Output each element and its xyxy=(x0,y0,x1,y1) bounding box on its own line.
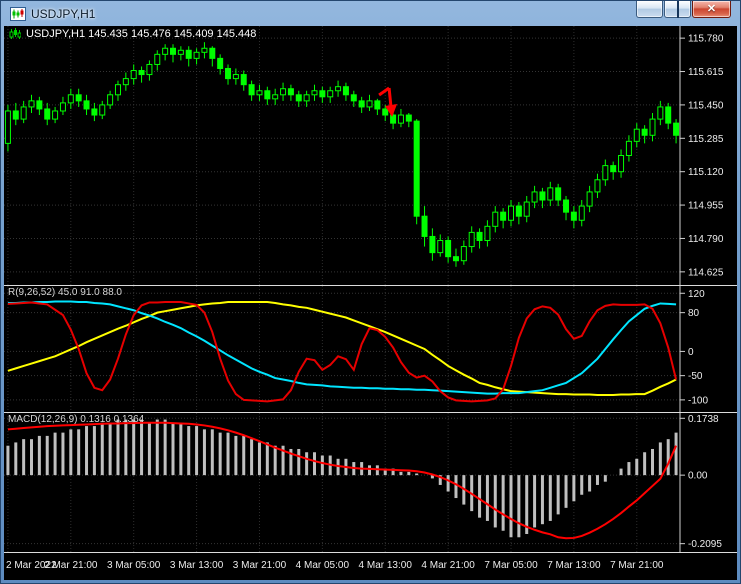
titlebar[interactable]: USDJPY,H1 ✕ xyxy=(4,0,737,26)
price-chart[interactable]: 115.780 115.615 115.450 115.285 115.120 114.9… xyxy=(4,26,737,285)
svg-text:4 Mar 21:00: 4 Mar 21:00 xyxy=(421,560,475,571)
window-icon[interactable] xyxy=(10,6,26,22)
value-axis: 0.1738 0.00 -0.2095 xyxy=(679,413,722,552)
svg-text:115.450: 115.450 xyxy=(688,100,724,111)
svg-text:114.790: 114.790 xyxy=(688,234,724,245)
chart-client: 115.780 115.615 115.450 115.285 115.120 114.9… xyxy=(4,26,737,580)
svg-text:3 Mar 05:00: 3 Mar 05:00 xyxy=(107,560,161,571)
window-controls: ✕ xyxy=(636,0,731,18)
osc-line-aqua xyxy=(7,300,677,395)
grid xyxy=(4,413,680,552)
grid xyxy=(4,286,680,412)
svg-text:114.955: 114.955 xyxy=(688,201,724,212)
svg-text:115.120: 115.120 xyxy=(688,167,724,178)
svg-text:0.00: 0.00 xyxy=(688,471,708,482)
macd-panel: 0.1738 0.00 -0.2095 MACD(12,26,9) 0.1316 0… xyxy=(4,413,737,552)
restore-icon xyxy=(676,0,679,18)
svg-text:7 Mar 21:00: 7 Mar 21:00 xyxy=(610,560,664,571)
grid xyxy=(4,26,680,285)
svg-text:120: 120 xyxy=(688,289,705,300)
svg-text:4 Mar 05:00: 4 Mar 05:00 xyxy=(296,560,350,571)
svg-text:3 Mar 21:00: 3 Mar 21:00 xyxy=(233,560,287,571)
close-icon: ✕ xyxy=(706,2,717,15)
time-labels: 2 Mar 20222 Mar 21:00 3 Mar 05:00 3 Mar 13… xyxy=(6,560,664,571)
oscillator-chart[interactable]: 120 80 0 -50 -100 xyxy=(4,286,737,412)
macd-signal-line xyxy=(7,421,677,540)
svg-text:115.780: 115.780 xyxy=(688,34,724,45)
minimize-button[interactable] xyxy=(636,1,663,18)
svg-text:-100: -100 xyxy=(688,395,708,406)
svg-text:7 Mar 13:00: 7 Mar 13:00 xyxy=(547,560,601,571)
time-axis-chart[interactable]: 2 Mar 20222 Mar 21:00 3 Mar 05:00 3 Mar 13… xyxy=(4,553,737,580)
svg-text:114.625: 114.625 xyxy=(688,267,724,278)
svg-text:0: 0 xyxy=(688,347,694,358)
svg-text:4 Mar 13:00: 4 Mar 13:00 xyxy=(359,560,413,571)
chart-window: USDJPY,H1 ✕ 115.780 115.615 115.450 115.285… xyxy=(0,0,741,584)
value-axis: 120 80 0 -50 -100 xyxy=(679,286,708,412)
value-axis: 115.780 115.615 115.450 115.285 115.120 114.9… xyxy=(679,26,724,285)
oscillator-panel: 120 80 0 -50 -100 R(9,26,52) 45.0 91.0 88.0 xyxy=(4,286,737,412)
svg-text:0.1738: 0.1738 xyxy=(688,414,719,425)
macd-histogram xyxy=(6,419,678,538)
svg-text:115.285: 115.285 xyxy=(688,134,724,145)
candles xyxy=(4,42,680,267)
svg-text:7 Mar 05:00: 7 Mar 05:00 xyxy=(484,560,538,571)
restore-button[interactable] xyxy=(664,0,691,18)
svg-text:-0.2095: -0.2095 xyxy=(688,539,722,550)
window-title: USDJPY,H1 xyxy=(31,6,96,21)
svg-text:80: 80 xyxy=(688,308,700,319)
svg-text:3 Mar 13:00: 3 Mar 13:00 xyxy=(170,560,224,571)
time-axis: 2 Mar 2022 2 Mar 21:00 3 Mar 05:00 3 Mar 13… xyxy=(4,553,737,580)
svg-text:-50: -50 xyxy=(688,371,703,382)
close-button[interactable]: ✕ xyxy=(692,1,731,18)
svg-text:115.615: 115.615 xyxy=(688,67,724,78)
svg-text:2 Mar 21:00: 2 Mar 21:00 xyxy=(44,560,98,571)
price-panel: 115.780 115.615 115.450 115.285 115.120 114.9… xyxy=(4,26,737,285)
macd-chart[interactable]: 0.1738 0.00 -0.2095 xyxy=(4,413,737,552)
